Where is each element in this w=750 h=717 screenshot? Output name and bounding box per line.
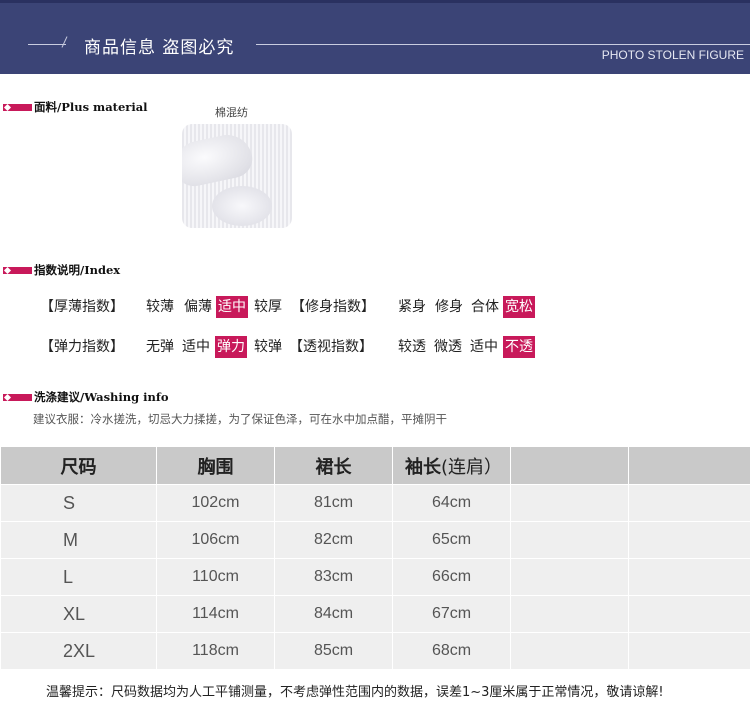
index-option-selected: 适中 <box>216 296 248 318</box>
size-cell: L <box>0 558 157 596</box>
size-cell <box>510 595 629 633</box>
section-marker-icon <box>3 103 32 111</box>
table-row: 2XL 118cm 85cm 68cm <box>0 632 750 670</box>
size-table: 尺码 胸围 裙长 袖长(连肩） S 102cm 81cm 64cm M 106c… <box>0 446 750 670</box>
size-cell <box>628 632 750 670</box>
fabric-fold <box>212 186 272 226</box>
size-table-header: 胸围 <box>156 446 275 485</box>
section-washing-label: 洗涤建议/Washing info <box>34 390 169 404</box>
size-cell: 82cm <box>274 521 393 559</box>
banner-top-line <box>0 0 750 3</box>
size-cell: XL <box>0 595 157 633</box>
fabric-swatch-image <box>182 124 292 228</box>
size-cell <box>510 558 629 596</box>
index-label-thickness: 【厚薄指数】 <box>40 299 124 315</box>
size-table-header-text: 袖长 <box>405 456 441 478</box>
index-option: 微透 <box>434 339 462 355</box>
size-cell: 106cm <box>156 521 275 559</box>
size-cell: 68cm <box>392 632 511 670</box>
index-option: 较弹 <box>254 339 282 355</box>
section-fabric-label: 面料/Plus material <box>34 100 148 114</box>
washing-instructions: 建议衣服：冷水搓洗，切忌大力揉搓，为了保证色泽，可在水中加点醋，平摊阴干 <box>33 412 447 426</box>
section-fabric-header: 面料/Plus material <box>3 100 148 114</box>
section-marker-icon <box>3 266 32 274</box>
index-option: 较透 <box>398 339 426 355</box>
size-table-header: 尺码 <box>0 446 157 485</box>
index-option: 紧身 <box>398 299 426 315</box>
section-washing-header: 洗涤建议/Washing info <box>3 390 169 404</box>
banner-slash <box>61 36 68 48</box>
index-option-selected: 不透 <box>503 336 535 358</box>
size-cell <box>628 521 750 559</box>
index-option: 较厚 <box>254 299 282 315</box>
size-note: 温馨提示：尺码数据均为人工平铺测量，不考虑弹性范围内的数据，误差1~3厘米属于正… <box>46 685 664 700</box>
size-table-header-suffix: (连肩） <box>441 456 503 478</box>
size-table-header <box>628 446 750 485</box>
index-option-selected: 弹力 <box>215 336 247 358</box>
size-cell: 114cm <box>156 595 275 633</box>
size-cell <box>628 595 750 633</box>
size-table-header <box>510 446 629 485</box>
index-option: 修身 <box>435 299 463 315</box>
index-option: 偏薄 <box>184 299 212 315</box>
section-marker-icon <box>3 393 32 401</box>
size-table-header: 裙长 <box>274 446 393 485</box>
index-label-fit: 【修身指数】 <box>291 299 375 315</box>
size-cell: 102cm <box>156 484 275 522</box>
index-option: 适中 <box>182 339 210 355</box>
size-cell: 64cm <box>392 484 511 522</box>
size-cell: 84cm <box>274 595 393 633</box>
size-table-header-row: 尺码 胸围 裙长 袖长(连肩） <box>0 446 750 485</box>
size-cell <box>628 558 750 596</box>
size-cell: 65cm <box>392 521 511 559</box>
banner-divider-right <box>256 44 750 45</box>
banner-divider-left <box>28 44 66 45</box>
size-cell: 2XL <box>0 632 157 670</box>
size-cell: 110cm <box>156 558 275 596</box>
size-cell: 85cm <box>274 632 393 670</box>
table-row: L 110cm 83cm 66cm <box>0 558 750 596</box>
index-label-sheerness: 【透视指数】 <box>289 339 373 355</box>
index-option: 适中 <box>470 339 498 355</box>
fabric-swatch-caption: 棉混纺 <box>215 106 248 119</box>
section-index-label: 指数说明/Index <box>34 263 121 277</box>
size-cell: 118cm <box>156 632 275 670</box>
size-cell: M <box>0 521 157 559</box>
table-row: M 106cm 82cm 65cm <box>0 521 750 559</box>
section-index-header: 指数说明/Index <box>3 263 120 277</box>
banner-subtitle: PHOTO STOLEN FIGURE <box>601 48 744 62</box>
table-row: XL 114cm 84cm 67cm <box>0 595 750 633</box>
size-cell <box>510 521 629 559</box>
size-cell <box>510 632 629 670</box>
size-table-header: 袖长(连肩） <box>392 446 511 485</box>
index-option: 合体 <box>471 299 499 315</box>
fabric-fold <box>182 130 256 190</box>
size-cell: 66cm <box>392 558 511 596</box>
banner-title: 商品信息 盗图必究 <box>84 38 235 58</box>
index-label-elasticity: 【弹力指数】 <box>40 339 124 355</box>
table-row: S 102cm 81cm 64cm <box>0 484 750 522</box>
size-cell: 81cm <box>274 484 393 522</box>
size-cell: 67cm <box>392 595 511 633</box>
index-option: 较薄 <box>146 299 174 315</box>
size-cell <box>510 484 629 522</box>
index-option: 无弹 <box>146 339 174 355</box>
size-cell: S <box>0 484 157 522</box>
size-cell <box>628 484 750 522</box>
index-option-selected: 宽松 <box>503 296 535 318</box>
size-cell: 83cm <box>274 558 393 596</box>
header-banner: 商品信息 盗图必究 PHOTO STOLEN FIGURE <box>0 0 750 74</box>
